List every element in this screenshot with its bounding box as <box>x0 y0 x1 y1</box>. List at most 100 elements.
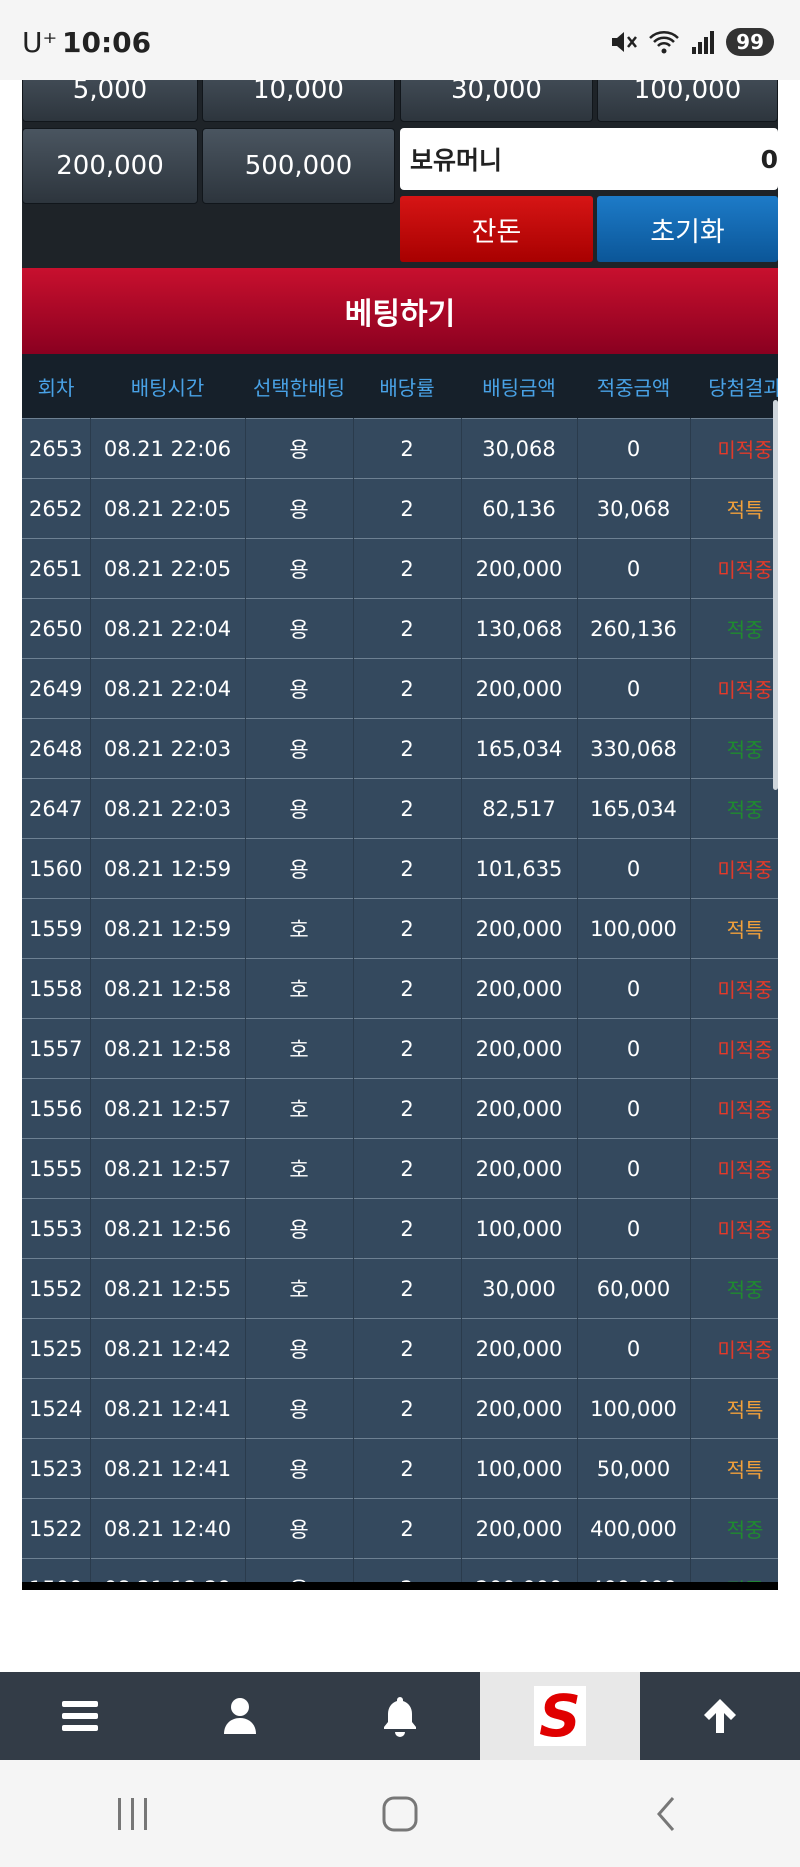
arrow-up-icon <box>704 1699 736 1733</box>
recents-icon[interactable] <box>113 1796 153 1832</box>
time-cell: 08.21 12:59 <box>90 898 246 959</box>
nav-notifications[interactable] <box>320 1672 480 1760</box>
table-row: 2647 08.21 22:03 용 2 82,517 165,034 적중 <box>22 778 778 839</box>
nav-scroll-top[interactable] <box>640 1672 800 1760</box>
odds-cell: 2 <box>353 838 462 899</box>
round-cell: 1560 <box>22 838 91 899</box>
status-bar: U⁺ 10:06 99 <box>0 0 800 80</box>
table-row: 1560 08.21 12:59 용 2 101,635 0 미적중 <box>22 838 778 899</box>
result-cell: 적중 <box>690 1498 778 1559</box>
bet-amount-cell: 200,000 <box>461 958 578 1019</box>
round-cell: 1524 <box>22 1378 91 1439</box>
time-cell: 08.21 22:05 <box>90 538 246 599</box>
amount-button[interactable]: 500,000 <box>202 128 395 204</box>
status-icons: 99 <box>610 28 774 56</box>
table-row: 1523 08.21 12:41 용 2 100,000 50,000 적특 <box>22 1438 778 1499</box>
column-header: 적중금액 <box>577 354 690 419</box>
nav-logo[interactable]: S <box>480 1672 640 1760</box>
odds-cell: 2 <box>353 1138 462 1199</box>
round-cell: 2649 <box>22 658 91 719</box>
bet-amount-cell: 60,136 <box>461 478 578 539</box>
table-row: 2652 08.21 22:05 용 2 60,136 30,068 적특 <box>22 478 778 539</box>
bet-amount-cell: 200,000 <box>461 1498 578 1559</box>
bet-amount-cell: 82,517 <box>461 778 578 839</box>
round-cell: 1559 <box>22 898 91 959</box>
win-amount-cell: 0 <box>577 418 691 479</box>
pick-cell: 용 <box>245 1378 354 1439</box>
amount-button[interactable]: 10,000 <box>202 80 395 122</box>
result-cell: 적중 <box>690 1258 778 1319</box>
table-row: 1555 08.21 12:57 호 2 200,000 0 미적중 <box>22 1138 778 1199</box>
back-icon[interactable] <box>647 1794 687 1834</box>
pick-cell: 용 <box>245 478 354 539</box>
table-row: 1552 08.21 12:55 호 2 30,000 60,000 적중 <box>22 1258 778 1319</box>
win-amount-cell: 0 <box>577 1198 691 1259</box>
pick-cell: 호 <box>245 898 354 959</box>
home-icon[interactable] <box>380 1794 420 1834</box>
pick-cell: 용 <box>245 1198 354 1259</box>
round-cell: 1523 <box>22 1438 91 1499</box>
nav-user[interactable] <box>160 1672 320 1760</box>
odds-cell: 2 <box>353 958 462 1019</box>
bell-icon <box>384 1697 416 1737</box>
nav-menu[interactable] <box>0 1672 160 1760</box>
bet-amount-cell: 200,000 <box>461 538 578 599</box>
column-header: 배당률 <box>353 354 461 419</box>
time-cell: 08.21 12:56 <box>90 1198 246 1259</box>
pick-cell: 호 <box>245 958 354 1019</box>
amount-button[interactable]: 5,000 <box>22 80 198 122</box>
odds-cell: 2 <box>353 658 462 719</box>
reset-button[interactable]: 초기화 <box>597 196 778 262</box>
pick-cell: 용 <box>245 598 354 659</box>
table-row: 2649 08.21 22:04 용 2 200,000 0 미적중 <box>22 658 778 719</box>
betting-title: 베팅하기 <box>22 268 778 354</box>
result-cell: 미적중 <box>690 1318 778 1379</box>
round-cell: 1553 <box>22 1198 91 1259</box>
round-cell: 1557 <box>22 1018 91 1079</box>
remainder-button[interactable]: 잔돈 <box>400 196 593 262</box>
win-amount-cell: 0 <box>577 538 691 599</box>
pick-cell: 용 <box>245 1498 354 1559</box>
amount-button[interactable]: 200,000 <box>22 128 198 204</box>
odds-cell: 2 <box>353 538 462 599</box>
pick-cell: 용 <box>245 778 354 839</box>
amount-button[interactable]: 30,000 <box>400 80 593 122</box>
odds-cell: 2 <box>353 1378 462 1439</box>
pick-cell: 호 <box>245 1258 354 1319</box>
odds-cell: 2 <box>353 778 462 839</box>
table-row: 1522 08.21 12:40 용 2 200,000 400,000 적중 <box>22 1498 778 1559</box>
odds-cell: 2 <box>353 418 462 479</box>
pick-cell: 용 <box>245 658 354 719</box>
battery-indicator: 99 <box>726 28 774 56</box>
table-row: 1559 08.21 12:59 호 2 200,000 100,000 적특 <box>22 898 778 959</box>
win-amount-cell: 260,136 <box>577 598 691 659</box>
round-cell: 2647 <box>22 778 91 839</box>
signal-icon <box>692 31 715 54</box>
pick-cell: 용 <box>245 418 354 479</box>
table-row: 1556 08.21 12:57 호 2 200,000 0 미적중 <box>22 1078 778 1139</box>
pick-cell: 호 <box>245 1078 354 1139</box>
odds-cell: 2 <box>353 478 462 539</box>
betting-history-table: 회차 배팅시간 선택한배팅 배당률 배팅금액 적중금액 당첨결과 2653 08.… <box>22 354 778 1590</box>
time-cell: 08.21 12:42 <box>90 1318 246 1379</box>
win-amount-cell: 100,000 <box>577 898 691 959</box>
win-amount-cell: 0 <box>577 838 691 899</box>
carrier-label: U⁺ <box>22 26 58 59</box>
table-scrollbar[interactable] <box>773 400 778 790</box>
bet-amount-cell: 130,068 <box>461 598 578 659</box>
pick-cell: 용 <box>245 1318 354 1379</box>
time-cell: 08.21 12:41 <box>90 1378 246 1439</box>
table-row: 2651 08.21 22:05 용 2 200,000 0 미적중 <box>22 538 778 599</box>
round-cell: 1552 <box>22 1258 91 1319</box>
table-row: 1524 08.21 12:41 용 2 200,000 100,000 적특 <box>22 1378 778 1439</box>
mute-icon <box>612 32 638 52</box>
amount-button[interactable]: 100,000 <box>597 80 778 122</box>
time-cell: 08.21 12:58 <box>90 958 246 1019</box>
table-row: 2648 08.21 22:03 용 2 165,034 330,068 적중 <box>22 718 778 779</box>
pick-cell: 호 <box>245 1018 354 1079</box>
round-cell: 1525 <box>22 1318 91 1379</box>
logo-letter: S <box>539 1684 581 1748</box>
column-header: 회차 <box>22 354 90 419</box>
odds-cell: 2 <box>353 1318 462 1379</box>
result-cell: 적중 <box>690 718 778 779</box>
